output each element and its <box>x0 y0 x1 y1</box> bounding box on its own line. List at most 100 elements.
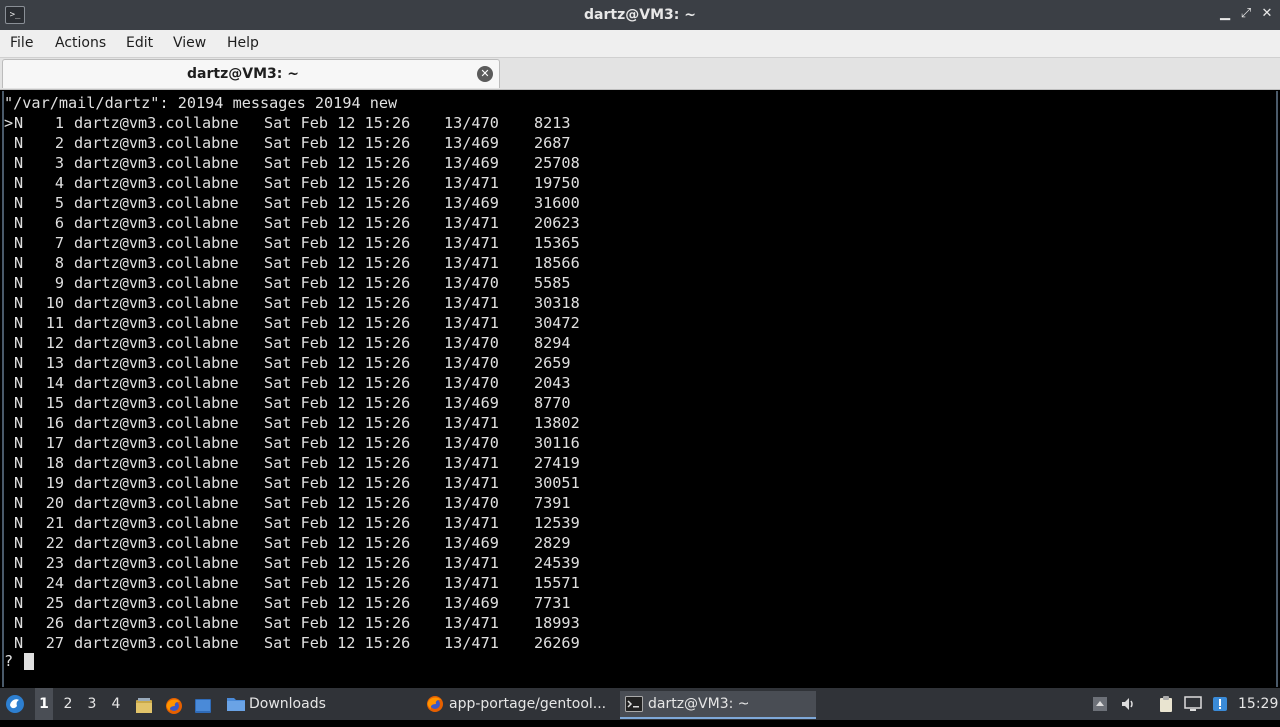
mail-message-row[interactable]: N 6 dartz@vm3.collabne Sat Feb 12 15:26 13/4… <box>4 213 1274 233</box>
message-number: 7 <box>54 234 64 252</box>
task-label: app-portage/gentool... <box>449 696 607 712</box>
task-terminal[interactable]: dartz@VM3: ~ <box>620 691 816 719</box>
message-number: 24 <box>45 574 64 592</box>
mail-message-row[interactable]: N 16 dartz@vm3.collabne Sat Feb 12 15:26 13/… <box>4 413 1274 433</box>
mail-message-row[interactable]: N 8 dartz@vm3.collabne Sat Feb 12 15:26 13/4… <box>4 253 1274 273</box>
mail-message-row[interactable]: N 20 dartz@vm3.collabne Sat Feb 12 15:26 13/… <box>4 493 1274 513</box>
message-size: 30318 <box>534 294 580 312</box>
firefox-launcher-icon[interactable] <box>165 695 183 714</box>
message-size: 31600 <box>534 194 580 212</box>
message-date: Sat Feb 12 15:26 <box>264 454 411 472</box>
message-number: 8 <box>54 254 64 272</box>
task-downloads[interactable]: Downloads <box>224 691 414 717</box>
message-status: N <box>14 314 24 332</box>
menu-edit[interactable]: Edit <box>126 30 153 57</box>
update-notifier-icon[interactable] <box>1212 696 1228 712</box>
message-number: 3 <box>54 154 64 172</box>
message-date: Sat Feb 12 15:26 <box>264 174 411 192</box>
mail-message-row[interactable]: N 22 dartz@vm3.collabne Sat Feb 12 15:26 13/… <box>4 533 1274 553</box>
message-status: N <box>14 494 24 512</box>
message-sender: dartz@vm3.collabne <box>74 474 239 492</box>
clipboard-icon[interactable] <box>1157 695 1175 713</box>
mail-message-row[interactable]: N 17 dartz@vm3.collabne Sat Feb 12 15:26 13/… <box>4 433 1274 453</box>
menu-help[interactable]: Help <box>227 30 259 57</box>
message-status: N <box>14 114 24 132</box>
tab-terminal[interactable]: dartz@VM3: ~ ✕ <box>2 59 500 88</box>
message-number: 11 <box>45 314 64 332</box>
network-icon[interactable] <box>1184 696 1202 712</box>
menu-bar: File Actions Edit View Help <box>0 30 1280 58</box>
menu-view[interactable]: View <box>173 30 206 57</box>
message-sender: dartz@vm3.collabne <box>74 234 239 252</box>
minimize-icon[interactable]: ▁ <box>1216 5 1234 23</box>
message-lines: 13/469 <box>444 154 499 172</box>
message-lines: 13/471 <box>444 414 499 432</box>
message-lines: 13/470 <box>444 334 499 352</box>
message-lines: 13/471 <box>444 214 499 232</box>
mail-message-row[interactable]: N 26 dartz@vm3.collabne Sat Feb 12 15:26 13/… <box>4 613 1274 633</box>
message-status: N <box>14 134 24 152</box>
message-size: 18993 <box>534 614 580 632</box>
volume-icon[interactable] <box>1120 696 1136 712</box>
workspace-4[interactable]: 4 <box>107 688 125 720</box>
window-titlebar[interactable]: >_ dartz@VM3: ~ ▁ ⤢ ✕ <box>0 0 1280 30</box>
terminal-output[interactable]: "/var/mail/dartz": 20194 messages 20194 … <box>2 91 1278 687</box>
mail-message-row[interactable]: N 10 dartz@vm3.collabne Sat Feb 12 15:26 13/… <box>4 293 1274 313</box>
menu-file[interactable]: File <box>10 30 33 57</box>
task-firefox[interactable]: app-portage/gentool... <box>424 691 614 717</box>
message-sender: dartz@vm3.collabne <box>74 374 239 392</box>
message-date: Sat Feb 12 15:26 <box>264 634 411 652</box>
message-status: N <box>14 454 24 472</box>
message-size: 30051 <box>534 474 580 492</box>
app-menu-icon[interactable] <box>5 694 25 714</box>
message-status: N <box>14 594 24 612</box>
maximize-icon[interactable]: ⤢ <box>1237 5 1255 23</box>
message-date: Sat Feb 12 15:26 <box>264 154 411 172</box>
message-sender: dartz@vm3.collabne <box>74 294 239 312</box>
message-size: 5585 <box>534 274 571 292</box>
mail-message-row[interactable]: N 2 dartz@vm3.collabne Sat Feb 12 15:26 13/4… <box>4 133 1274 153</box>
mail-message-row[interactable]: N 15 dartz@vm3.collabne Sat Feb 12 15:26 13/… <box>4 393 1274 413</box>
message-sender: dartz@vm3.collabne <box>74 574 239 592</box>
workspace-1[interactable]: 1 <box>35 688 53 720</box>
mail-message-row[interactable]: N 27 dartz@vm3.collabne Sat Feb 12 15:26 13/… <box>4 633 1274 653</box>
mail-message-row[interactable]: N 19 dartz@vm3.collabne Sat Feb 12 15:26 13/… <box>4 473 1274 493</box>
message-sender: dartz@vm3.collabne <box>74 354 239 372</box>
file-manager-launcher-icon[interactable] <box>135 695 153 713</box>
message-date: Sat Feb 12 15:26 <box>264 134 411 152</box>
message-size: 20623 <box>534 214 580 232</box>
mail-message-row[interactable]: > N 1 dartz@vm3.collabne Sat Feb 12 15:26 13/… <box>4 113 1274 133</box>
message-status: N <box>14 614 24 632</box>
mail-message-row[interactable]: N 3 dartz@vm3.collabne Sat Feb 12 15:26 13/4… <box>4 153 1274 173</box>
workspace-2[interactable]: 2 <box>59 688 77 720</box>
mail-message-row[interactable]: N 7 dartz@vm3.collabne Sat Feb 12 15:26 13/4… <box>4 233 1274 253</box>
mail-message-row[interactable]: N 21 dartz@vm3.collabne Sat Feb 12 15:26 13/… <box>4 513 1274 533</box>
mail-message-row[interactable]: N 11 dartz@vm3.collabne Sat Feb 12 15:26 13/… <box>4 313 1274 333</box>
message-sender: dartz@vm3.collabne <box>74 454 239 472</box>
message-lines: 13/471 <box>444 574 499 592</box>
tray-arrow-icon[interactable] <box>1092 696 1108 712</box>
menu-actions[interactable]: Actions <box>55 30 106 57</box>
message-size: 2659 <box>534 354 571 372</box>
message-size: 2829 <box>534 534 571 552</box>
mail-message-row[interactable]: N 13 dartz@vm3.collabne Sat Feb 12 15:26 13/… <box>4 353 1274 373</box>
mail-message-row[interactable]: N 23 dartz@vm3.collabne Sat Feb 12 15:26 13/… <box>4 553 1274 573</box>
mail-message-row[interactable]: N 5 dartz@vm3.collabne Sat Feb 12 15:26 13/4… <box>4 193 1274 213</box>
mail-message-row[interactable]: N 24 dartz@vm3.collabne Sat Feb 12 15:26 13/… <box>4 573 1274 593</box>
message-date: Sat Feb 12 15:26 <box>264 314 411 332</box>
message-status: N <box>14 214 24 232</box>
mail-message-row[interactable]: N 14 dartz@vm3.collabne Sat Feb 12 15:26 13/… <box>4 373 1274 393</box>
message-number: 18 <box>45 454 64 472</box>
message-date: Sat Feb 12 15:26 <box>264 554 411 572</box>
message-status: N <box>14 634 24 652</box>
tab-close-icon[interactable]: ✕ <box>477 66 493 82</box>
mail-message-row[interactable]: N 12 dartz@vm3.collabne Sat Feb 12 15:26 13/… <box>4 333 1274 353</box>
mail-message-row[interactable]: N 4 dartz@vm3.collabne Sat Feb 12 15:26 13/4… <box>4 173 1274 193</box>
workspace-3[interactable]: 3 <box>83 688 101 720</box>
mail-message-row[interactable]: N 18 dartz@vm3.collabne Sat Feb 12 15:26 13/… <box>4 453 1274 473</box>
message-number: 16 <box>45 414 64 432</box>
mail-message-row[interactable]: N 9 dartz@vm3.collabne Sat Feb 12 15:26 13/4… <box>4 273 1274 293</box>
mail-message-row[interactable]: N 25 dartz@vm3.collabne Sat Feb 12 15:26 13/… <box>4 593 1274 613</box>
close-icon[interactable]: ✕ <box>1258 5 1276 23</box>
desktop-launcher-icon[interactable] <box>194 695 212 713</box>
